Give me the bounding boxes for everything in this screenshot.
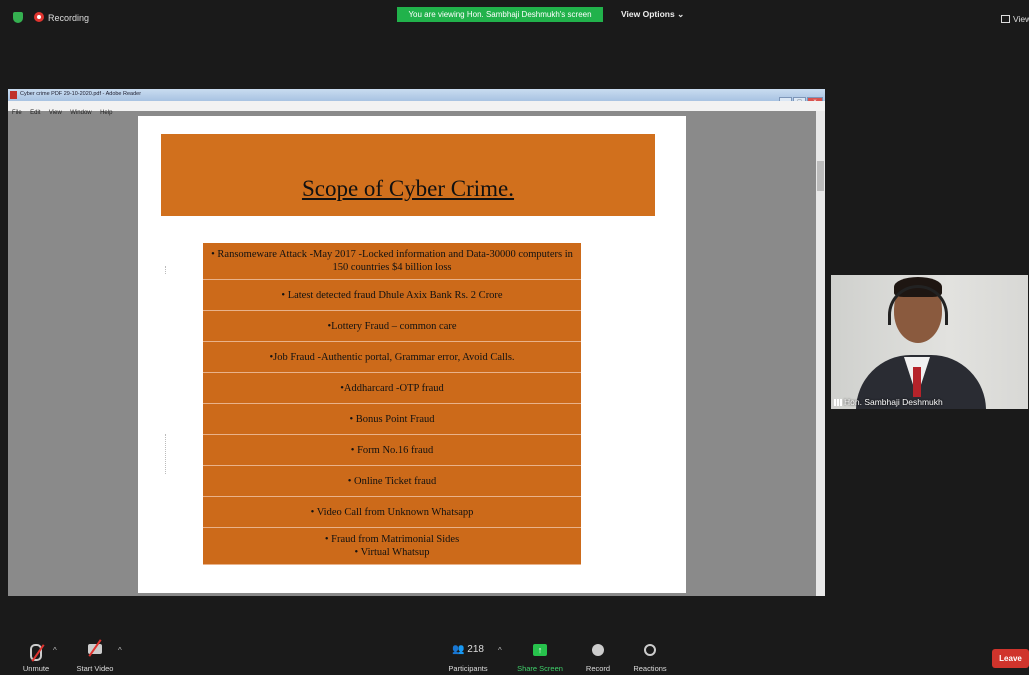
dotted-mark [165,266,167,274]
bullet-item: • Virtual Whatsup [354,547,430,558]
view-options-label: View Options [621,9,675,19]
menu-help[interactable]: Help [100,110,112,116]
unmute-button[interactable]: Unmute [15,640,57,673]
record-label: Record [585,664,611,673]
menu-view[interactable]: View [49,110,62,116]
signal-bars-icon [834,399,842,406]
participants-caret-icon[interactable]: ^ [498,646,502,655]
microphone-muted-icon [30,644,45,662]
speaker-tie [913,367,921,397]
reactions-button[interactable]: Reactions [628,640,672,673]
reactions-smiley-icon [644,644,656,656]
reader-titlebar: Cyber crime PDF 29-10-2020.pdf - Adobe R… [8,89,825,108]
meeting-toolbar: Unmute ^ Start Video ^ 👥 218 Participant… [0,632,1029,675]
pdf-icon [10,91,17,99]
viewing-screen-banner: You are viewing Hon. Sambhaji Deshmukh's… [397,7,603,22]
security-shield-icon[interactable] [13,12,23,23]
recording-icon [34,12,44,22]
view-layout-label: View [1013,14,1029,24]
bullet-item: • Ransomeware Attack -May 2017 -Locked i… [203,243,581,280]
bullet-item: • Bonus Point Fraud [203,404,581,435]
video-options-caret-icon[interactable]: ^ [118,646,122,655]
pdf-page: Scope of Cyber Crime. • Ransomeware Atta… [138,116,686,593]
bullet-item: • Form No.16 fraud [203,435,581,466]
bullet-item-group: • Fraud from Matrimonial Sides • Virtual… [203,528,581,565]
bullet-item: • Latest detected fraud Dhule Axix Bank … [203,280,581,311]
slide-bullet-list: • Ransomeware Attack -May 2017 -Locked i… [203,243,581,565]
bullet-item: •Lottery Fraud – common care [203,311,581,342]
menu-edit[interactable]: Edit [30,110,40,116]
record-icon [592,644,604,656]
video-off-icon [88,639,102,657]
share-screen-label: Share Screen [517,664,563,673]
slide-title: Scope of Cyber Crime. [301,176,515,201]
participants-count: 218 [467,644,484,655]
leave-meeting-button[interactable]: Leave [992,649,1029,668]
participants-button[interactable]: 👥 218 Participants [443,640,493,673]
start-video-label: Start Video [76,664,114,673]
share-screen-button[interactable]: ↑ Share Screen [515,640,565,673]
record-button[interactable]: Record [580,640,616,673]
participant-video-tile[interactable]: Hon. Sambhaji Deshmukh [831,275,1028,409]
bullet-item: •Job Fraud -Authentic portal, Grammar er… [203,342,581,373]
participant-name-label: Hon. Sambhaji Deshmukh [831,397,943,407]
audio-options-caret-icon[interactable]: ^ [53,646,57,655]
grid-view-icon [1001,15,1010,23]
view-options-button[interactable]: View Options ⌄ [621,9,684,20]
bullet-item: • Video Call from Unknown Whatsapp [203,497,581,528]
participants-label: Participants [448,664,488,673]
bullet-item: •Addharcard -OTP fraud [203,373,581,404]
recording-label: Recording [48,13,90,23]
participants-icon: 👥 [452,644,465,655]
reader-scrollbar[interactable] [816,111,825,596]
participant-name: Hon. Sambhaji Deshmukh [844,397,943,407]
bullet-item: • Online Ticket fraud [203,466,581,497]
menu-window[interactable]: Window [70,110,91,116]
view-layout-button[interactable]: View [1001,14,1029,24]
slide-title-banner: Scope of Cyber Crime. [161,134,655,216]
dotted-mark [165,434,167,474]
chevron-down-icon: ⌄ [677,9,685,19]
share-screen-icon: ↑ [533,644,547,656]
meeting-top-bar: Recording You are viewing Hon. Sambhaji … [0,0,1029,34]
unmute-label: Unmute [22,664,50,673]
menu-file[interactable]: File [12,110,22,116]
scroll-thumb[interactable] [817,161,824,191]
reader-menubar: File Edit View Window Help × [8,101,825,120]
reactions-label: Reactions [633,664,667,673]
start-video-button[interactable]: Start Video [70,639,120,673]
bullet-item: • Fraud from Matrimonial Sides [324,534,460,545]
reader-window-title: Cyber crime PDF 29-10-2020.pdf - Adobe R… [20,91,142,97]
shared-reader-window: Cyber crime PDF 29-10-2020.pdf - Adobe R… [8,89,825,596]
